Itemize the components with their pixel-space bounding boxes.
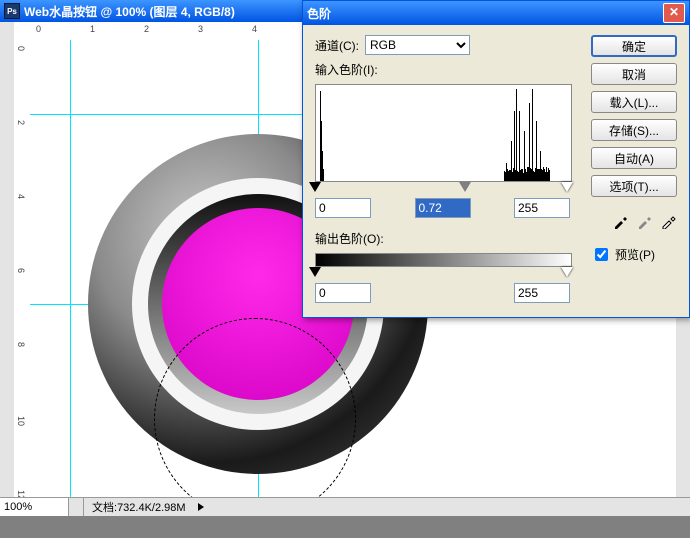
preview-checkbox[interactable]: 预览(P) (591, 245, 677, 264)
status-menu-icon[interactable] (198, 503, 204, 511)
midtone-handle[interactable] (459, 182, 471, 192)
ruler-tick: 8 (16, 342, 26, 347)
ruler-tick: 4 (252, 24, 257, 34)
ruler-tick: 1 (90, 24, 95, 34)
ruler-vertical[interactable]: 0 2 4 6 8 10 12 (14, 40, 31, 498)
ruler-tick: 0 (36, 24, 41, 34)
ok-button[interactable]: 确定 (591, 35, 677, 57)
input-levels-label: 输入色阶(I): (315, 61, 378, 78)
guide-vertical[interactable] (70, 40, 71, 498)
close-icon[interactable]: ✕ (663, 3, 685, 23)
load-button[interactable]: 载入(L)... (591, 91, 677, 113)
left-gutter (0, 22, 15, 498)
doc-size-label: 文档:732.4K/2.98M (84, 499, 194, 515)
output-highlight-field[interactable] (514, 283, 570, 303)
ruler-tick: 2 (16, 120, 26, 125)
cancel-button[interactable]: 取消 (591, 63, 677, 85)
eyedropper-gray-icon[interactable] (637, 213, 653, 229)
eyedropper-black-icon[interactable] (613, 213, 629, 229)
input-highlight-field[interactable] (514, 198, 570, 218)
channel-label: 通道(C): (315, 37, 359, 54)
eyedropper-white-icon[interactable] (661, 213, 677, 229)
preview-checkbox-input[interactable] (595, 248, 608, 261)
output-slider[interactable] (315, 267, 570, 279)
highlight-handle[interactable] (561, 182, 573, 192)
preview-label: 预览(P) (615, 246, 655, 263)
levels-dialog: 色阶 ✕ 通道(C): RGB 输入色阶(I): 输出色阶(O): (302, 0, 690, 318)
auto-button[interactable]: 自动(A) (591, 147, 677, 169)
ruler-tick: 6 (16, 268, 26, 273)
dialog-titlebar[interactable]: 色阶 ✕ (303, 1, 689, 25)
shadow-handle[interactable] (309, 182, 321, 192)
zoom-field[interactable]: 100% (0, 498, 69, 516)
output-shadow-field[interactable] (315, 283, 371, 303)
status-separator (69, 498, 84, 516)
options-button[interactable]: 选项(T)... (591, 175, 677, 197)
dialog-title: 色阶 (307, 5, 331, 22)
ruler-tick: 4 (16, 194, 26, 199)
output-highlight-handle[interactable] (561, 267, 573, 277)
input-gamma-field[interactable] (415, 198, 471, 218)
document-title: Web水晶按钮 @ 100% (图层 4, RGB/8) (24, 3, 235, 20)
output-levels-label: 输出色阶(O): (315, 230, 384, 247)
output-shadow-handle[interactable] (309, 267, 321, 277)
channel-select[interactable]: RGB (365, 35, 470, 55)
input-slider[interactable] (315, 182, 570, 194)
ruler-tick: 3 (198, 24, 203, 34)
app-icon: Ps (4, 3, 20, 19)
histogram (315, 84, 572, 182)
ruler-tick: 2 (144, 24, 149, 34)
output-gradient (315, 253, 572, 267)
ruler-tick: 0 (16, 46, 26, 51)
ruler-tick: 10 (16, 416, 26, 426)
ruler-origin[interactable] (14, 22, 31, 41)
status-bar: 100% 文档:732.4K/2.98M (0, 497, 690, 516)
save-button[interactable]: 存储(S)... (591, 119, 677, 141)
input-shadow-field[interactable] (315, 198, 371, 218)
